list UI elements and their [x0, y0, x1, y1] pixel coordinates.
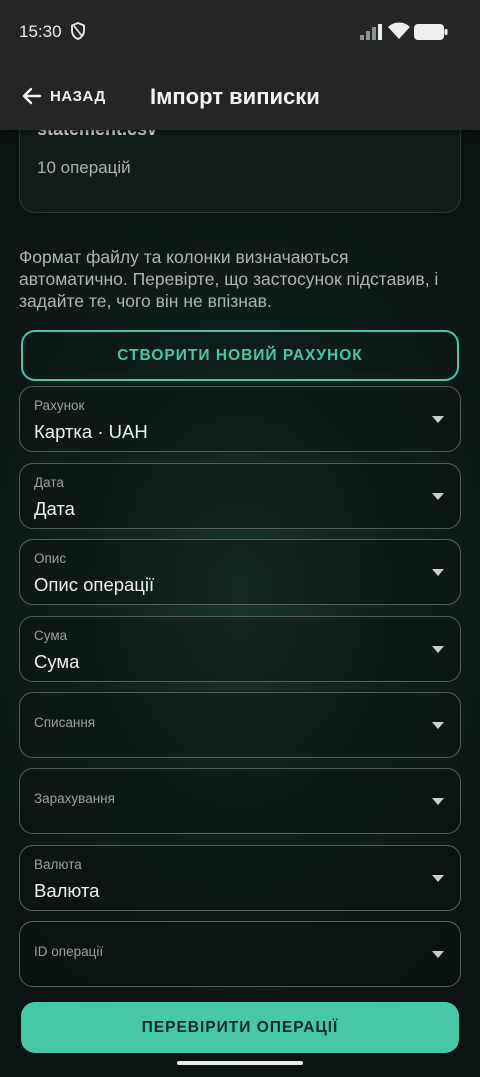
amount-column-select[interactable]: Сума Сума: [19, 616, 461, 682]
signal-icon: [360, 24, 382, 40]
currency-column-select[interactable]: Валюта Валюта: [19, 845, 461, 911]
chevron-down-icon: [432, 875, 444, 882]
field-label: Списання: [34, 715, 96, 730]
operations-count: 10 операцій: [37, 158, 131, 177]
chevron-down-icon: [432, 646, 444, 653]
chevron-down-icon: [432, 416, 444, 423]
battery-icon: [414, 24, 448, 40]
chevron-down-icon: [432, 569, 444, 576]
chevron-down-icon: [432, 722, 444, 729]
chevron-down-icon: [432, 798, 444, 805]
credit-column-select[interactable]: Зарахування: [19, 768, 461, 834]
field-label: Зарахування: [34, 791, 115, 806]
chevron-down-icon: [432, 493, 444, 500]
create-account-button[interactable]: СТВОРИТИ НОВИЙ РАХУНОК: [21, 330, 459, 381]
status-time: 15:30: [19, 22, 62, 41]
account-select[interactable]: Рахунок Картка · UAH: [19, 386, 461, 452]
field-value: Опис операції: [34, 574, 155, 595]
status-bar: 15:30: [0, 0, 480, 62]
debit-column-select[interactable]: Списання: [19, 692, 461, 758]
operation-id-column-select[interactable]: ID операції: [19, 921, 461, 987]
description-column-select[interactable]: Опис Опис операції: [19, 539, 461, 605]
wifi-icon: [388, 22, 410, 39]
arrow-left-icon: [22, 87, 42, 105]
shield-icon: [71, 22, 85, 40]
chevron-down-icon: [432, 951, 444, 958]
field-value: Картка · UAH: [34, 421, 148, 442]
field-value: Дата: [34, 498, 75, 519]
field-label: Сума: [34, 628, 68, 643]
app-bar: НАЗАД Імпорт виписки: [0, 62, 480, 130]
page-title: Імпорт виписки: [150, 84, 320, 109]
field-label: Дата: [34, 475, 64, 490]
back-button[interactable]: НАЗАД: [14, 76, 106, 116]
field-label: Рахунок: [34, 398, 85, 413]
field-label: Валюта: [34, 857, 82, 872]
date-column-select[interactable]: Дата Дата: [19, 463, 461, 529]
info-text: Формат файлу та колонки визначаються авт…: [19, 247, 439, 311]
field-value: Валюта: [34, 880, 100, 901]
field-label: ID операції: [34, 944, 104, 959]
verify-operations-button[interactable]: ПЕРЕВІРИТИ ОПЕРАЦІЇ: [21, 1002, 459, 1053]
back-label: НАЗАД: [50, 87, 106, 105]
field-value: Сума: [34, 651, 80, 672]
field-label: Опис: [34, 551, 67, 566]
home-indicator[interactable]: [177, 1061, 303, 1065]
